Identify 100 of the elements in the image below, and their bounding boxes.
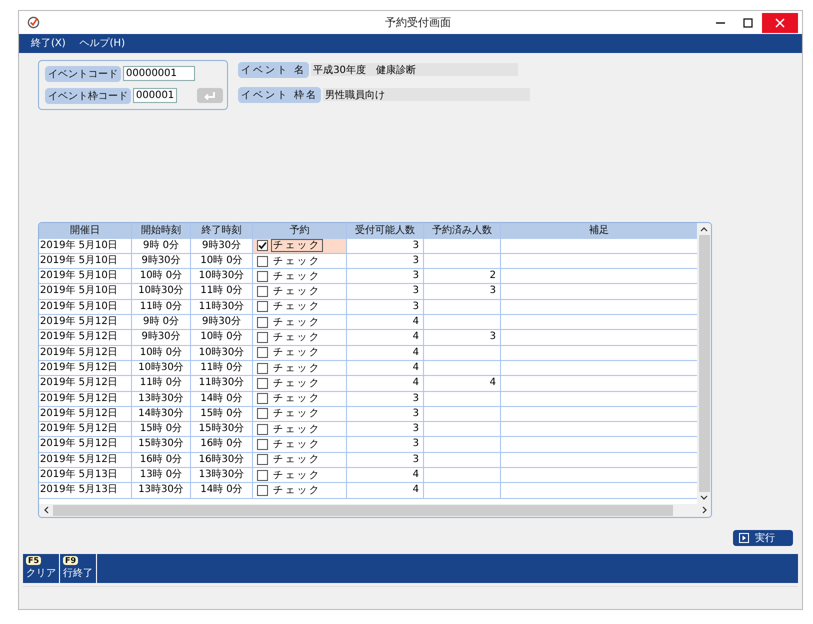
scroll-down-icon[interactable] — [700, 494, 708, 501]
checkbox-label: チェック — [272, 484, 322, 497]
table-cell: 10時30分 — [132, 360, 191, 376]
checkbox[interactable] — [257, 484, 268, 496]
checkbox-cell[interactable]: チェック — [253, 483, 347, 498]
table-cell: 2019年 5月12日 — [39, 330, 132, 345]
field-label: イベント 名 — [238, 62, 310, 78]
table-cell: 9時 0分 — [132, 238, 191, 253]
table-cell: 11時 0分 — [191, 284, 253, 299]
table-cell: 3 — [347, 300, 424, 314]
menu-item[interactable]: 終了(X) — [31, 36, 66, 50]
table-cell: 4 — [347, 468, 424, 482]
checkbox[interactable] — [257, 454, 268, 466]
close-button[interactable] — [762, 12, 798, 33]
checkbox-cell[interactable]: チェック — [253, 300, 347, 314]
checkbox-cell[interactable]: チェック — [253, 254, 347, 268]
checkbox[interactable] — [257, 393, 268, 404]
table-cell: 4 — [347, 315, 424, 330]
checkbox-label: チェック — [272, 316, 322, 329]
table-cell: 2 — [424, 269, 501, 284]
checkbox[interactable] — [257, 270, 268, 282]
checkbox-cell[interactable]: チェック — [253, 284, 347, 299]
table-cell: 14時30分 — [132, 406, 191, 422]
checkbox[interactable] — [257, 408, 268, 420]
table-cell: 16時 0分 — [191, 437, 253, 452]
checkbox[interactable] — [257, 439, 268, 450]
checkbox[interactable] — [257, 347, 268, 358]
table-cell: 2019年 5月10日 — [39, 300, 132, 314]
table-cell: 10時30分 — [132, 284, 191, 299]
table-cell: 2019年 5月10日 — [39, 238, 132, 253]
checkbox-cell[interactable]: チェック — [253, 437, 347, 452]
table-cell: 3 — [347, 284, 424, 299]
checkbox-label: チェック — [272, 285, 322, 298]
table-cell: 2019年 5月12日 — [39, 376, 132, 391]
table-cell: 3 — [424, 330, 501, 345]
field-label: イベントコード — [45, 66, 121, 82]
table-cell: 3 — [347, 269, 424, 284]
table-cell: 9時30分 — [132, 254, 191, 268]
vertical-scrollbar[interactable] — [697, 222, 711, 504]
table-cell: 13時30分 — [191, 468, 253, 482]
horizontal-scrollbar[interactable] — [39, 504, 711, 517]
run-button[interactable]: 実行 — [733, 530, 793, 546]
column-header: 予約済み人数 — [424, 222, 501, 239]
table-cell: 10時 0分 — [132, 346, 191, 360]
checkbox[interactable] — [257, 424, 268, 435]
table-cell: 16時 0分 — [132, 452, 191, 468]
checkbox[interactable] — [257, 362, 268, 374]
table-cell: 4 — [347, 330, 424, 345]
checkbox[interactable] — [257, 240, 268, 252]
checkbox-cell[interactable]: チェック — [253, 452, 347, 468]
checkbox-cell[interactable]: チェック — [253, 360, 347, 376]
table-cell: 13時30分 — [132, 483, 191, 498]
table-cell: 2019年 5月10日 — [39, 254, 132, 268]
checkbox-cell[interactable]: チェック — [253, 422, 347, 436]
checkbox-cell[interactable]: チェック — [253, 330, 347, 345]
table-cell: 2019年 5月13日 — [39, 468, 132, 482]
table-cell: 2019年 5月13日 — [39, 483, 132, 498]
function-key-button[interactable]: F9 行終了 — [60, 554, 97, 583]
function-key-button[interactable]: F5 クリア — [23, 554, 60, 583]
maximize-icon — [743, 18, 753, 28]
column-header: 受付可能人数 — [347, 222, 424, 239]
checkbox-cell[interactable]: チェック — [253, 238, 347, 253]
checkbox-label: チェック — [272, 331, 322, 344]
scroll-left-icon[interactable] — [43, 506, 49, 514]
table-cell: 4 — [347, 360, 424, 376]
table-cell: 11時 0分 — [132, 376, 191, 391]
table-cell: 3 — [347, 406, 424, 422]
table-cell: 2019年 5月10日 — [39, 284, 132, 299]
checkbox-cell[interactable]: チェック — [253, 376, 347, 391]
checkbox-cell[interactable]: チェック — [253, 406, 347, 422]
table-cell: 10時 0分 — [191, 254, 253, 268]
checkbox-cell[interactable]: チェック — [253, 346, 347, 360]
table-cell: 16時30分 — [191, 452, 253, 468]
table-cell: 3 — [347, 238, 424, 253]
scroll-right-icon[interactable] — [702, 506, 708, 514]
table-cell: 10時 0分 — [191, 330, 253, 345]
table-cell: 13時30分 — [132, 392, 191, 406]
checkbox-label: チェック — [271, 239, 323, 252]
checkbox[interactable] — [257, 286, 268, 298]
checkbox[interactable] — [257, 470, 268, 481]
column-header: 終了時刻 — [191, 222, 253, 239]
window-title: 予約受付画面 — [384, 15, 452, 30]
checkbox-cell[interactable]: チェック — [253, 315, 347, 330]
checkbox[interactable] — [257, 378, 268, 389]
checkbox-cell[interactable]: チェック — [253, 468, 347, 482]
check-circle-icon — [27, 16, 40, 30]
checkbox-cell[interactable]: チェック — [253, 269, 347, 284]
checkbox[interactable] — [257, 301, 268, 312]
scroll-up-icon[interactable] — [700, 226, 708, 232]
menu-item[interactable]: ヘルプ(H) — [80, 36, 125, 50]
slot-code-field[interactable]: 000001 — [133, 88, 177, 104]
checkbox[interactable] — [257, 256, 268, 267]
checkbox[interactable] — [257, 332, 268, 343]
table-cell: 9時30分 — [191, 315, 253, 330]
key-label: 行終了 — [63, 566, 93, 580]
event-code-field[interactable]: 00000001 — [123, 66, 195, 82]
play-icon — [739, 532, 749, 543]
checkbox[interactable] — [257, 316, 268, 328]
checkbox-label: チェック — [272, 453, 322, 466]
checkbox-cell[interactable]: チェック — [253, 392, 347, 406]
